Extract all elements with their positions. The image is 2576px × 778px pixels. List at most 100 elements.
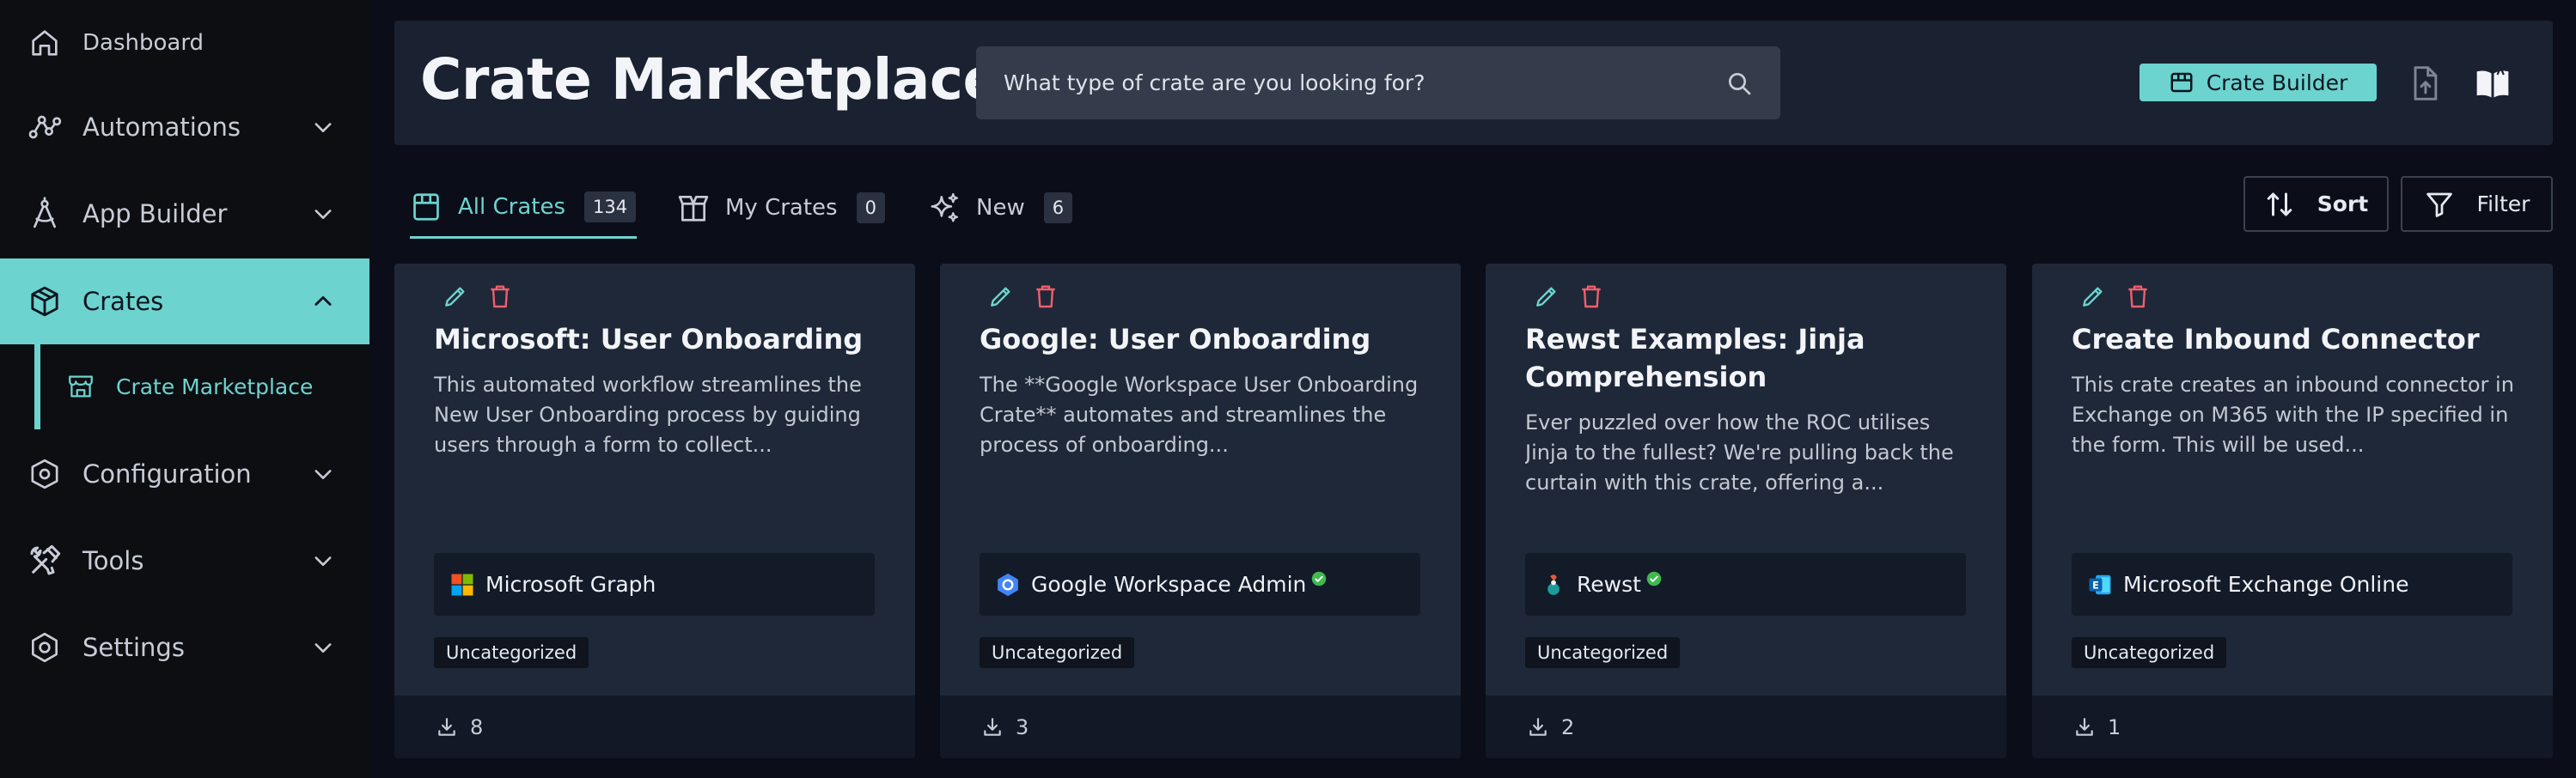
card-description: Ever puzzled over how the ROC utilises J… <box>1525 410 1954 495</box>
home-icon <box>32 30 58 56</box>
sort-label: Sort <box>2317 191 2369 216</box>
search-icon[interactable] <box>1725 70 1753 97</box>
svg-text:E: E <box>2092 580 2099 591</box>
filter-label: Filter <box>2476 191 2530 216</box>
sort-icon <box>2267 192 2292 216</box>
page-title: Crate Marketplace <box>420 46 1001 112</box>
gear-icon <box>32 632 58 663</box>
tab-my-crates[interactable]: My Crates 0 <box>677 177 885 239</box>
tab-all-crates[interactable]: All Crates 134 <box>410 177 637 239</box>
crate-card[interactable]: Rewst Examples: Jinja Comprehension Ever… <box>1486 264 2006 758</box>
hexagon-icon <box>31 459 58 489</box>
integration-name: Rewst <box>1577 572 1641 597</box>
sidebar-item-label: Automations <box>82 112 241 142</box>
card-footer: 8 <box>394 696 915 758</box>
integration-chip: Microsoft Graph <box>434 553 875 616</box>
download-icon <box>1529 717 1547 736</box>
category-tag: Uncategorized <box>980 637 1135 668</box>
integration-chip: E Microsoft Exchange Online <box>2072 553 2512 616</box>
sidebar-item-label: Settings <box>82 633 185 662</box>
sidebar-item-app-builder[interactable]: App Builder <box>0 171 369 257</box>
card-title: Google: User Onboarding <box>980 323 1371 356</box>
workflow-icon <box>28 115 62 139</box>
verified-check-icon <box>1646 571 1662 586</box>
google-workspace-admin-logo-icon <box>998 573 1018 596</box>
card-description: The **Google Workspace User Onboarding C… <box>980 373 1419 457</box>
card-description: This crate creates an inbound connector … <box>2072 373 2514 457</box>
crate-card[interactable]: Google: User Onboarding The **Google Wor… <box>940 264 1461 758</box>
file-upload-icon[interactable] <box>2406 64 2444 103</box>
chevron-down-icon[interactable] <box>311 635 335 659</box>
chevron-down-icon[interactable] <box>311 202 335 226</box>
trash-icon[interactable] <box>1578 283 1605 310</box>
sidebar-item-settings[interactable]: Settings <box>0 605 369 690</box>
sidebar-item-configuration[interactable]: Configuration <box>0 431 369 517</box>
rewst-logo-icon <box>1547 574 1560 595</box>
download-count: 3 <box>1016 714 1029 739</box>
count-badge: 0 <box>856 192 885 223</box>
tab-label: All Crates <box>458 193 566 220</box>
filter-icon <box>2426 192 2452 217</box>
chevron-down-icon[interactable] <box>311 549 335 573</box>
count-badge: 6 <box>1043 192 1073 223</box>
sidebar-item-tools[interactable]: Tools <box>0 518 369 604</box>
tab-new[interactable]: New 6 <box>928 177 1073 239</box>
download-count: 2 <box>1561 714 1575 739</box>
filter-button[interactable]: Filter <box>2401 176 2553 232</box>
sidebar-item-dashboard[interactable]: Dashboard <box>0 0 369 86</box>
search-input[interactable] <box>1004 70 1725 95</box>
sparkles-icon <box>931 192 958 222</box>
open-box-icon <box>678 195 709 222</box>
crate-card[interactable]: Microsoft: User Onboarding This automate… <box>394 264 915 758</box>
card-actions <box>1533 283 1605 310</box>
card-title: Rewst Examples: Jinja Comprehension <box>1525 323 1865 393</box>
card-actions <box>442 283 514 310</box>
sidebar-item-automations[interactable]: Automations <box>0 84 369 170</box>
crate-card[interactable]: Create Inbound Connector This crate crea… <box>2032 264 2553 758</box>
card-title: Create Inbound Connector <box>2072 323 2480 356</box>
card-footer: 2 <box>1486 696 2006 758</box>
book-open-icon[interactable] <box>2474 64 2512 103</box>
pencil-icon[interactable] <box>442 283 469 310</box>
pencil-icon[interactable] <box>987 283 1015 310</box>
download-icon <box>438 717 455 736</box>
integration-chip: Rewst <box>1525 553 1966 616</box>
sidebar-subitem-crate-marketplace[interactable]: Crate Marketplace <box>34 343 369 429</box>
package-icon <box>31 286 58 317</box>
chevron-up-icon[interactable] <box>311 289 335 313</box>
crate-builder-label: Crate Builder <box>2206 70 2348 95</box>
download-count: 1 <box>2108 714 2121 739</box>
card-footer: 1 <box>2032 696 2553 758</box>
trash-icon[interactable] <box>2124 283 2152 310</box>
sort-button[interactable]: Sort <box>2243 176 2389 232</box>
pencil-icon[interactable] <box>2079 283 2107 310</box>
category-tag: Uncategorized <box>434 637 589 668</box>
download-count: 8 <box>470 714 484 739</box>
chevron-down-icon[interactable] <box>311 115 335 139</box>
card-actions <box>2079 283 2152 310</box>
pencil-icon[interactable] <box>1533 283 1560 310</box>
integration-name: Microsoft Graph <box>485 572 656 597</box>
verified-check-icon <box>1312 571 1327 586</box>
microsoft-logo-icon <box>451 574 473 595</box>
sidebar-item-label: Dashboard <box>82 30 204 56</box>
category-tag: Uncategorized <box>2072 637 2227 668</box>
sidebar-item-label: Tools <box>82 546 144 575</box>
search-bar[interactable] <box>976 46 1780 119</box>
trash-icon[interactable] <box>1032 283 1059 310</box>
package-icon <box>2170 72 2193 93</box>
card-title: Microsoft: User Onboarding <box>434 323 864 356</box>
integration-chip: Google Workspace Admin <box>980 553 1420 616</box>
tools-icon <box>30 544 61 575</box>
trash-icon[interactable] <box>486 283 514 310</box>
crate-builder-button[interactable]: Crate Builder <box>2140 64 2377 101</box>
integration-name: Google Workspace Admin <box>1031 572 1307 597</box>
storefront-icon <box>69 375 93 398</box>
sidebar-item-crates[interactable]: Crates <box>0 258 369 344</box>
sidebar-item-label: Crates <box>82 287 164 316</box>
compass-icon <box>34 197 56 228</box>
chevron-down-icon[interactable] <box>311 462 335 486</box>
sidebar-subitem-label: Crate Marketplace <box>116 374 314 399</box>
page-header: Crate Marketplace Crate Builder <box>394 21 2553 145</box>
count-badge: 134 <box>584 191 637 222</box>
